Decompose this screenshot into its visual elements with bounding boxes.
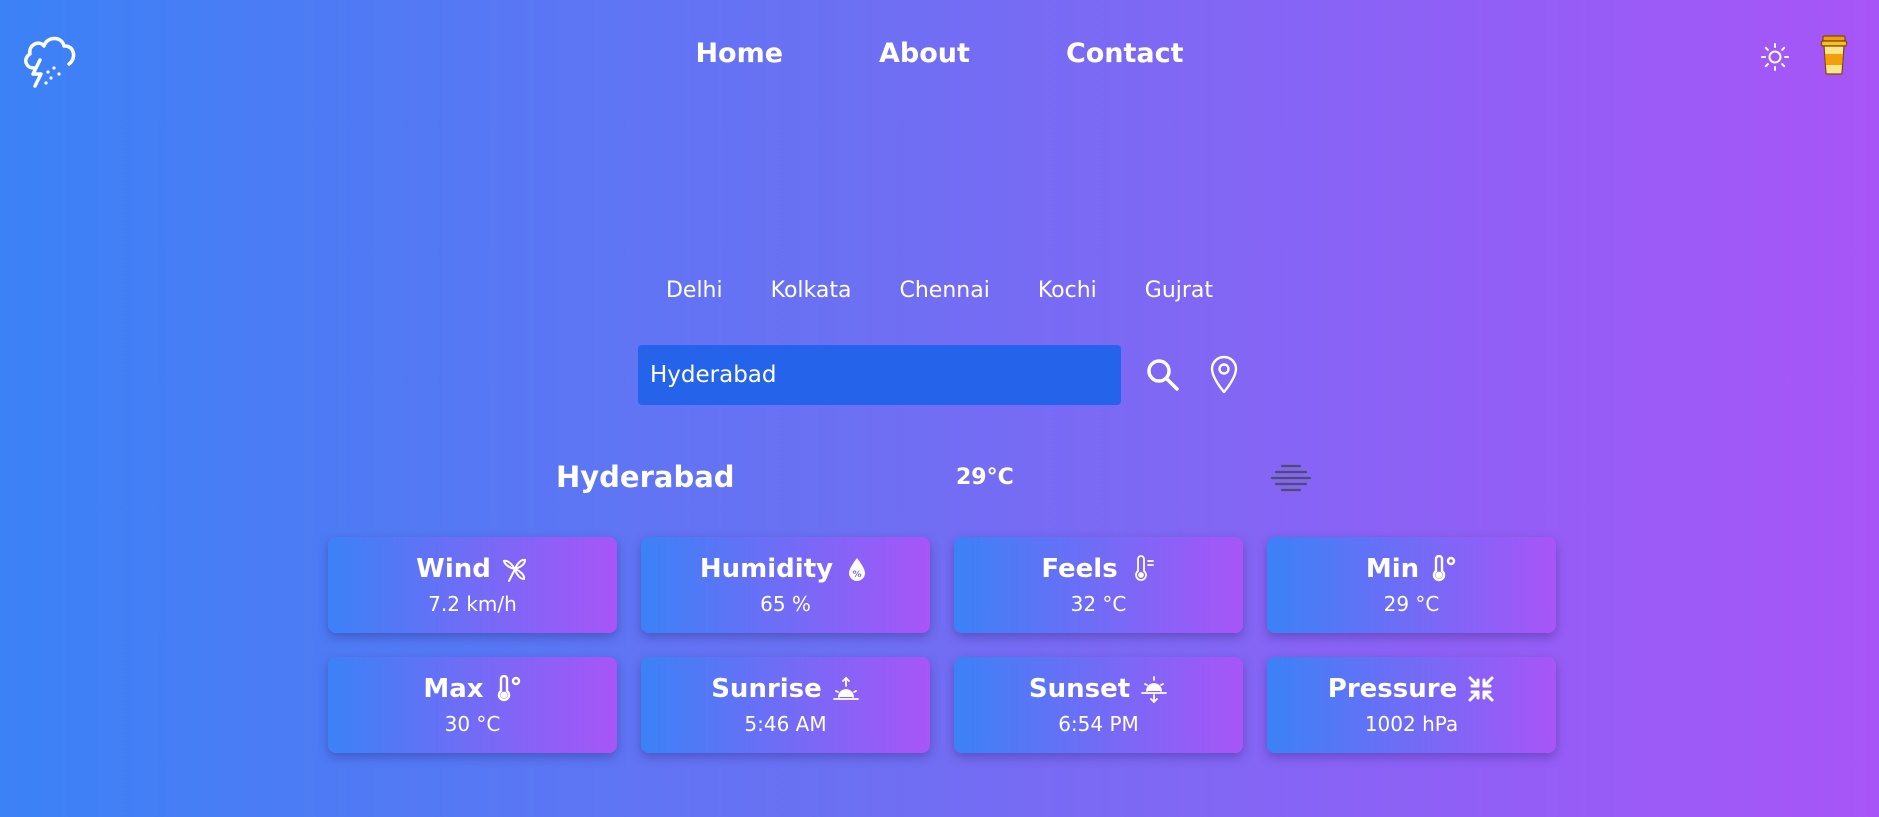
card-value: 30 °C xyxy=(444,712,501,736)
card-title: Sunset xyxy=(1028,674,1131,704)
sunrise-icon xyxy=(832,676,859,700)
feels-card: Feels 32 °C xyxy=(954,537,1243,633)
city-link-delhi[interactable]: Delhi xyxy=(666,278,723,303)
card-title: Min xyxy=(1365,554,1420,584)
current-temperature: 29°C xyxy=(956,465,1014,490)
thermometer-max-icon xyxy=(497,675,520,702)
city-search-input[interactable] xyxy=(638,345,1121,405)
svg-text:%: % xyxy=(853,570,862,580)
card-value: 29 °C xyxy=(1383,592,1440,616)
sunrise-card: Sunrise 5:46 AM xyxy=(641,657,930,753)
wind-icon xyxy=(502,558,526,582)
card-value: 7.2 km/h xyxy=(428,592,517,616)
thermometer-min-icon xyxy=(1432,555,1456,582)
haze-icon xyxy=(1270,464,1312,492)
card-value: 6:54 PM xyxy=(1058,712,1139,736)
search-icon[interactable] xyxy=(1145,357,1181,393)
quick-city-list: Delhi Kolkata Chennai Kochi Gujrat xyxy=(0,278,1879,303)
card-value: 1002 hPa xyxy=(1364,712,1459,736)
card-title: Wind xyxy=(416,554,491,584)
location-pin-icon[interactable] xyxy=(1208,354,1240,394)
humidity-icon: % xyxy=(849,558,866,581)
main-nav: Home About Contact xyxy=(0,38,1879,69)
card-title: Humidity xyxy=(699,554,834,584)
card-value: 65 % xyxy=(760,592,811,616)
card-title: Max xyxy=(423,674,484,704)
sunset-icon xyxy=(1141,676,1168,703)
sunset-card: Sunset 6:54 PM xyxy=(954,657,1243,753)
pressure-icon xyxy=(1468,676,1494,702)
card-title: Feels xyxy=(1041,554,1118,584)
thermometer-feels-icon xyxy=(1134,555,1154,581)
weather-details-grid: Wind 7.2 km/h Humidity % 65 % Feels 32 °… xyxy=(328,537,1556,753)
current-city-name: Hyderabad xyxy=(556,460,735,494)
nav-about[interactable]: About xyxy=(879,38,970,69)
humidity-card: Humidity % 65 % xyxy=(641,537,930,633)
sun-icon[interactable] xyxy=(1760,42,1790,72)
card-value: 5:46 AM xyxy=(744,712,827,736)
max-card: Max 30 °C xyxy=(328,657,617,753)
card-value: 32 °C xyxy=(1070,592,1127,616)
city-link-chennai[interactable]: Chennai xyxy=(899,278,989,303)
city-link-kochi[interactable]: Kochi xyxy=(1038,278,1097,303)
nav-home[interactable]: Home xyxy=(695,38,783,69)
city-link-gujrat[interactable]: Gujrat xyxy=(1145,278,1213,303)
city-link-kolkata[interactable]: Kolkata xyxy=(771,278,852,303)
pressure-card: Pressure 1002 hPa xyxy=(1267,657,1556,753)
coffee-cup-icon[interactable] xyxy=(1820,34,1848,76)
wind-card: Wind 7.2 km/h xyxy=(328,537,617,633)
nav-contact[interactable]: Contact xyxy=(1066,38,1184,69)
card-title: Sunrise xyxy=(711,674,822,704)
card-title: Pressure xyxy=(1327,674,1458,704)
min-card: Min 29 °C xyxy=(1267,537,1556,633)
